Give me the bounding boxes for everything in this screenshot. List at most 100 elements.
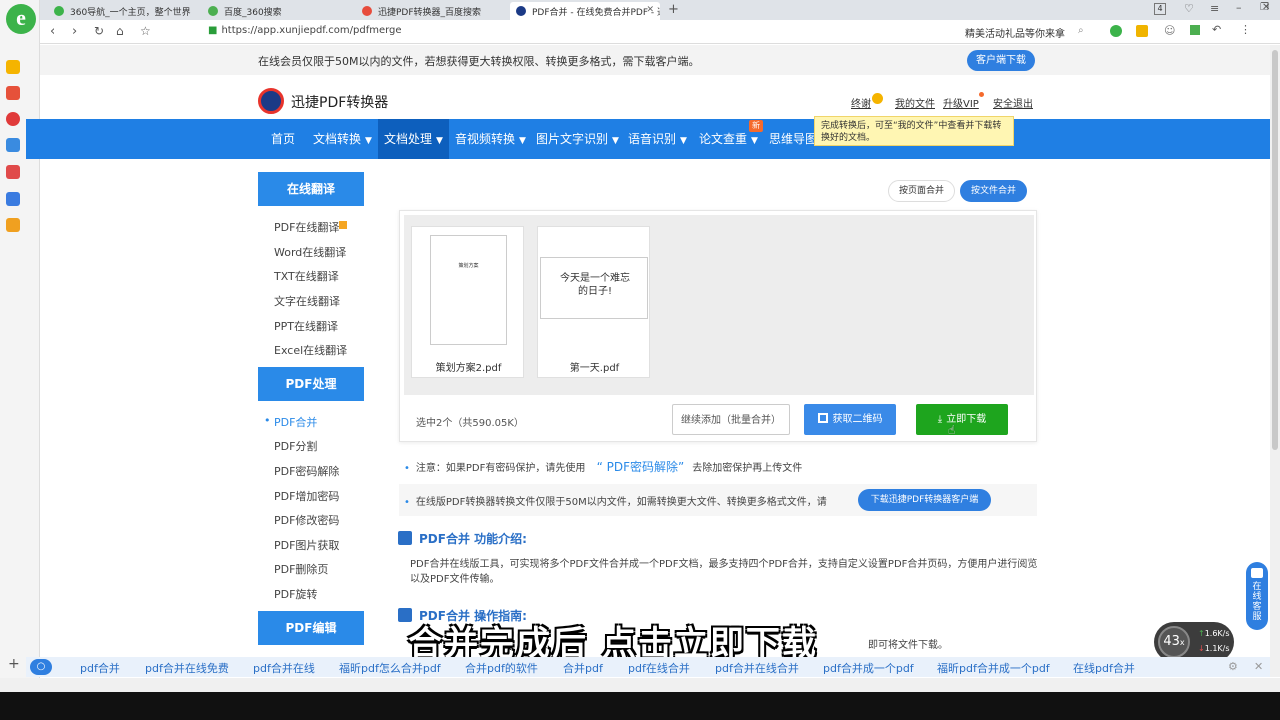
mode-by-file-button[interactable]: 按文件合并 (960, 180, 1028, 202)
keyword-link[interactable]: 合并pdf的软件 (465, 660, 538, 676)
home-icon[interactable]: ⌂ (116, 24, 124, 38)
sidebar-item-pdf-rotate[interactable]: PDF旋转 (274, 586, 317, 602)
pdf-unlock-link[interactable]: “ PDF密码解除” (597, 460, 685, 474)
nav-doc-process[interactable]: 文档处理 ▼ (378, 119, 449, 159)
sidebar-item-pdf-delete-page[interactable]: PDF删除页 (274, 561, 328, 577)
caret-down-icon: ▼ (365, 136, 372, 146)
status-bar (0, 678, 1280, 692)
nav-home[interactable]: 首页 (265, 119, 301, 159)
sidebar-item-pdf-unlock[interactable]: PDF密码解除 (274, 463, 339, 479)
sidebar-item-pdf-merge[interactable]: PDF合并 (264, 414, 318, 430)
keyword-link[interactable]: pdf合并 (80, 660, 120, 676)
favorite-star-icon[interactable]: ♡ (1184, 2, 1194, 15)
close-window-icon[interactable]: ✕ (1262, 2, 1270, 13)
password-note: • 注意：如果PDF有密码保护，请先使用 “ PDF密码解除” 去除加密保护再上传文… (404, 460, 803, 474)
continue-add-button[interactable]: 继续添加（批量合并） (672, 404, 790, 435)
tab-xunjie-search[interactable]: 迅捷PDF转换器_百度搜索 (356, 2, 506, 20)
tab-360nav[interactable]: 360导航_一个主页，整个世界 (48, 2, 198, 20)
close-bar-icon[interactable]: ✕ (1254, 660, 1263, 673)
sidebar-item-pdf-translate[interactable]: PDF在线翻译 (274, 219, 339, 235)
logo-text[interactable]: 迅捷PDF转换器 (291, 92, 388, 112)
file-name: 第一天.pdf (569, 363, 620, 374)
settings-icon[interactable]: ⚙ (1228, 660, 1238, 673)
undo-icon[interactable]: ↶ (1212, 23, 1221, 36)
keyword-link[interactable]: 合并pdf (563, 660, 603, 676)
browser-logo-icon[interactable]: e (6, 4, 36, 34)
nav-speech[interactable]: 语音识别 ▼ (622, 119, 693, 159)
sidebar-heading-translate[interactable]: 在线翻译 (258, 172, 364, 206)
sidebar-item-pdf-split[interactable]: PDF分割 (274, 438, 317, 454)
sidebar-item-text-translate[interactable]: 文字在线翻译 (274, 293, 340, 309)
forward-icon[interactable]: › (72, 24, 77, 39)
top-link-upgrade-vip[interactable]: 升级VIP (943, 95, 979, 110)
search-icon[interactable]: ○ (30, 659, 52, 675)
file-card[interactable]: 今天是一个难忘的日子! 第一天.pdf (537, 226, 650, 378)
game-icon[interactable] (6, 165, 20, 179)
bookmark-star-icon[interactable]: ☆ (140, 24, 151, 38)
add-icon[interactable]: + (8, 656, 20, 672)
tab-pdfmerge[interactable]: PDF合并 - 在线免费合并PDF - 迅 ✕ (510, 2, 660, 20)
url-field[interactable]: ■ https://app.xunjiepdf.com/pdfmerge (208, 25, 402, 36)
news-icon[interactable] (6, 86, 20, 100)
sidebar-item-pdf-image-extract[interactable]: PDF图片获取 (274, 537, 339, 553)
keyword-link[interactable]: pdf合并在线 (253, 660, 315, 676)
apps-icon[interactable] (1190, 25, 1200, 35)
keyword-link[interactable]: 在线pdf合并 (1073, 660, 1135, 676)
sidebar-item-pdf-add-password[interactable]: PDF增加密码 (274, 488, 339, 504)
keyword-link[interactable]: pdf合并在线免费 (145, 660, 229, 676)
keyword-link[interactable]: pdf合并成一个pdf (823, 660, 914, 676)
search-icon[interactable]: ⌕ (1078, 25, 1084, 36)
nav-ocr[interactable]: 图片文字识别 ▼ (530, 119, 625, 159)
keyword-link[interactable]: pdf在线合并 (628, 660, 690, 676)
sidebar-item-excel-translate[interactable]: Excel在线翻译 (274, 342, 347, 358)
video-bottom-edge (0, 692, 1280, 720)
top-link-thanks[interactable]: 终谢 (851, 95, 871, 110)
download-client-button[interactable]: 下载迅捷PDF转换器客户端 (858, 489, 991, 511)
mail-icon[interactable] (6, 138, 20, 152)
weibo-icon[interactable] (6, 112, 20, 126)
tab-favicon-icon (208, 6, 218, 16)
sidebar-heading-pdf-process[interactable]: PDF处理 (258, 367, 364, 401)
minimize-icon[interactable]: – (1236, 1, 1242, 14)
screenshot-icon[interactable]: ☺ (1164, 24, 1175, 37)
logo-icon[interactable] (258, 88, 284, 114)
note-icon[interactable] (6, 218, 20, 232)
top-link-logout[interactable]: 安全退出 (993, 95, 1033, 110)
favorites-icon[interactable] (6, 60, 20, 74)
reload-icon[interactable]: ↻ (94, 24, 104, 38)
new-tab-icon[interactable]: + (668, 2, 679, 17)
more-icon[interactable]: ⋮ (1240, 23, 1251, 36)
sidebar-item-txt-translate[interactable]: TXT在线翻译 (274, 268, 339, 284)
promo-text[interactable]: 精美活动礼品等你来拿 (965, 25, 1065, 40)
keyword-link[interactable]: 福昕pdf怎么合并pdf (339, 660, 441, 676)
get-qr-button[interactable]: 获取二维码 (804, 404, 896, 435)
speed-percent: 43x (1158, 626, 1190, 658)
nav-doc-convert[interactable]: 文档转换 ▼ (307, 119, 378, 159)
sidebar-heading-pdf-edit[interactable]: PDF编辑 (258, 611, 364, 645)
top-link-my-files[interactable]: 我的文件 (895, 95, 935, 110)
sidebar-item-ppt-translate[interactable]: PPT在线翻译 (274, 318, 338, 334)
nav-av-convert[interactable]: 音视频转换 ▼ (449, 119, 532, 159)
keyword-link[interactable]: pdf合并在线合并 (715, 660, 799, 676)
tab-baidu[interactable]: 百度_360搜索 (202, 2, 352, 20)
doc-icon[interactable] (6, 192, 20, 206)
close-tab-icon[interactable]: ✕ (646, 5, 654, 15)
menu-icon[interactable]: ≡ (1210, 2, 1219, 15)
file-card[interactable]: 策划方案 策划方案2.pdf (411, 226, 524, 378)
keyword-link[interactable]: 福昕pdf合并成一个pdf (937, 660, 1050, 676)
online-service-button[interactable]: 在线客服 (1246, 562, 1268, 630)
bullet-icon: • (404, 497, 410, 508)
back-icon[interactable]: ‹ (50, 24, 55, 39)
mode-by-page-button[interactable]: 按页面合并 (888, 180, 956, 202)
tab-bar: 360导航_一个主页，整个世界 百度_360搜索 迅捷PDF转换器_百度搜索 P… (40, 0, 1280, 20)
network-speed-widget[interactable]: 43x ↑1.6K/s ↓1.1K/s (1154, 622, 1234, 662)
client-download-button[interactable]: 客户端下载 (967, 50, 1035, 71)
tab-favicon-icon (362, 6, 372, 16)
scrollbar-thumb[interactable] (1272, 50, 1278, 450)
sidebar-item-word-translate[interactable]: Word在线翻译 (274, 244, 346, 260)
sidebar-item-pdf-change-password[interactable]: PDF修改密码 (274, 512, 339, 528)
shield-icon[interactable] (1136, 25, 1148, 37)
download-now-button[interactable]: ⤓ 立即下载 (916, 404, 1008, 435)
tab-count[interactable]: 4 (1154, 3, 1166, 15)
extension-icon[interactable] (1110, 25, 1122, 37)
